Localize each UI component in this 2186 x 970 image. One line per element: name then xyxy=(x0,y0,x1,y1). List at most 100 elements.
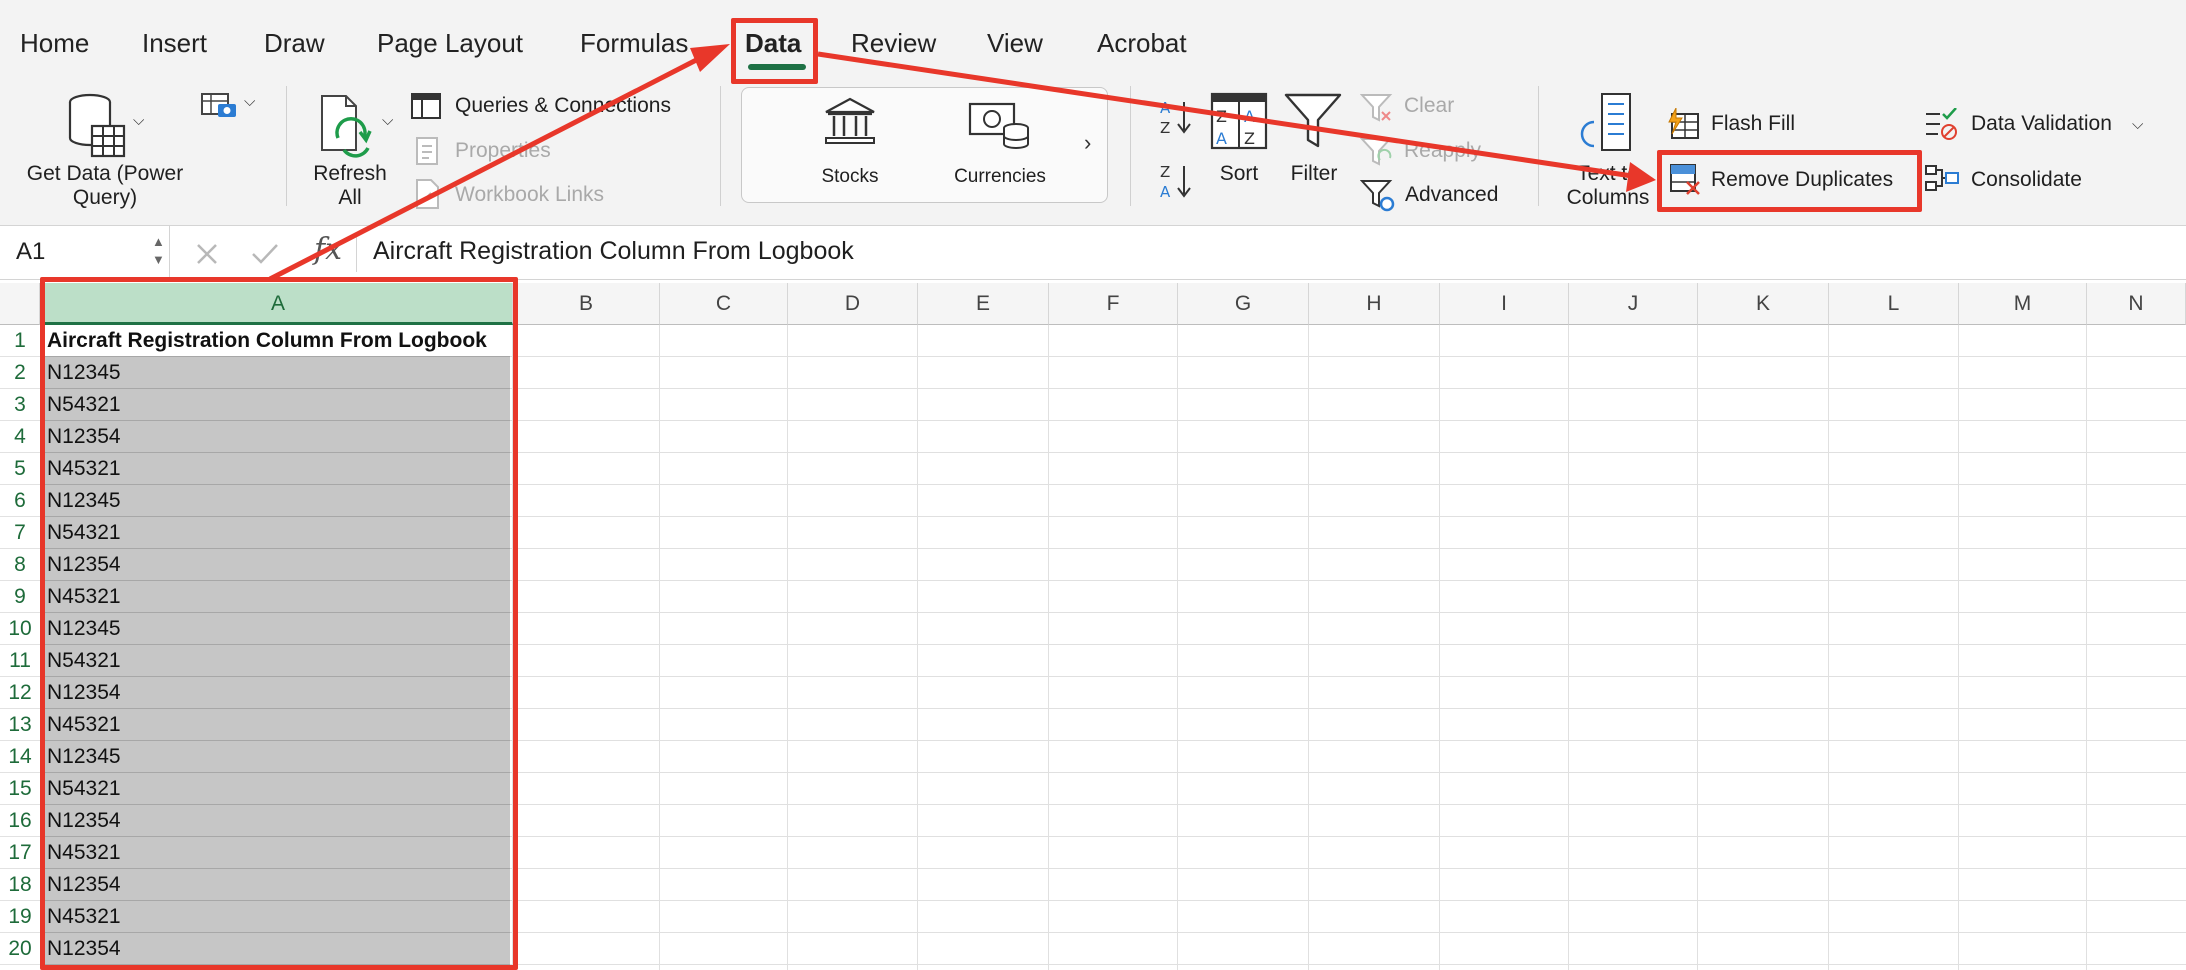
separator xyxy=(1538,86,1539,206)
column-header-a[interactable]: A xyxy=(44,283,513,325)
column-header-n[interactable]: N xyxy=(2087,283,2186,325)
row-header-12[interactable]: 12 xyxy=(0,677,40,709)
grid-column-line xyxy=(917,325,918,970)
row-header-19[interactable]: 19 xyxy=(0,901,40,933)
tab-page-layout[interactable]: Page Layout xyxy=(377,28,523,59)
grid-column-line xyxy=(1439,325,1440,970)
enter-checkmark-icon[interactable] xyxy=(250,241,280,267)
currencies-label: Currencies xyxy=(954,166,1046,187)
column-header-i[interactable]: I xyxy=(1440,283,1569,325)
cell-a3[interactable]: N54321 xyxy=(44,389,510,421)
row-header-1[interactable]: 1 xyxy=(0,325,40,357)
row-header-3[interactable]: 3 xyxy=(0,389,40,421)
consolidate-icon xyxy=(1925,165,1959,191)
row-header-17[interactable]: 17 xyxy=(0,837,40,869)
column-header-m[interactable]: M xyxy=(1959,283,2087,325)
column-header-b[interactable]: B xyxy=(513,283,660,325)
tab-view[interactable]: View xyxy=(987,28,1043,59)
chevron-right-icon[interactable]: › xyxy=(1084,130,1091,156)
cell-a7[interactable]: N54321 xyxy=(44,517,510,549)
refresh-icon xyxy=(321,95,372,158)
queries-connections-label: Queries & Connections xyxy=(455,94,671,117)
data-validation-label: Data Validation xyxy=(1971,112,2112,135)
remove-duplicates-label: Remove Duplicates xyxy=(1711,168,1894,191)
name-box-down-arrow-icon[interactable]: ▼ xyxy=(152,252,165,267)
get-data-label-1: Get Data (Power xyxy=(26,162,184,185)
row-header-9[interactable]: 9 xyxy=(0,581,40,613)
row-header-7[interactable]: 7 xyxy=(0,517,40,549)
tab-home[interactable]: Home xyxy=(20,28,89,59)
advanced-label: Advanced xyxy=(1405,183,1499,206)
database-icon xyxy=(68,93,126,158)
column-header-e[interactable]: E xyxy=(918,283,1049,325)
tab-formulas[interactable]: Formulas xyxy=(580,28,688,59)
column-header-j[interactable]: J xyxy=(1569,283,1698,325)
cell-a18[interactable]: N12354 xyxy=(44,869,510,901)
grid-column-line xyxy=(1177,325,1178,970)
grid-column-line xyxy=(1958,325,1959,970)
cell-a12[interactable]: N12354 xyxy=(44,677,510,709)
row-header-14[interactable]: 14 xyxy=(0,741,40,773)
column-header-h[interactable]: H xyxy=(1309,283,1440,325)
chevron-down-icon: ⌵ xyxy=(382,112,394,129)
column-header-l[interactable]: L xyxy=(1829,283,1959,325)
row-header-18[interactable]: 18 xyxy=(0,869,40,901)
row-header-2[interactable]: 2 xyxy=(0,357,40,389)
tab-insert[interactable]: Insert xyxy=(142,28,207,59)
cell-a5[interactable]: N45321 xyxy=(44,453,510,485)
tab-acrobat[interactable]: Acrobat xyxy=(1097,28,1187,59)
cell-a1[interactable]: Aircraft Registration Column From Logboo… xyxy=(44,325,510,357)
cancel-icon[interactable] xyxy=(194,241,220,267)
bank-icon xyxy=(825,97,875,144)
column-header-g[interactable]: G xyxy=(1178,283,1309,325)
separator xyxy=(286,86,287,206)
column-header-c[interactable]: C xyxy=(660,283,788,325)
grid-column-line xyxy=(787,325,788,970)
reapply-icon xyxy=(1360,138,1393,166)
tab-draw[interactable]: Draw xyxy=(264,28,325,59)
tab-data[interactable]: Data xyxy=(745,28,801,59)
row-header-11[interactable]: 11 xyxy=(0,645,40,677)
formula-bar-input[interactable]: Aircraft Registration Column From Logboo… xyxy=(373,237,854,266)
insert-function-icon[interactable]: fx xyxy=(314,232,342,267)
row-header-8[interactable]: 8 xyxy=(0,549,40,581)
cell-a8[interactable]: N12354 xyxy=(44,549,510,581)
remove-duplicates-icon xyxy=(1670,164,1700,195)
currencies-icon xyxy=(968,102,1029,149)
cell-a9[interactable]: N45321 xyxy=(44,581,510,613)
cell-a20[interactable]: N12354 xyxy=(44,933,510,965)
cell-a16[interactable]: N12354 xyxy=(44,805,510,837)
tab-review[interactable]: Review xyxy=(851,28,936,59)
cell-a17[interactable]: N45321 xyxy=(44,837,510,869)
separator xyxy=(1130,86,1131,206)
cell-a19[interactable]: N45321 xyxy=(44,901,510,933)
cell-a14[interactable]: N12345 xyxy=(44,741,510,773)
sort-ascending-icon: A Z xyxy=(1160,99,1191,137)
queries-connections-icon xyxy=(411,93,441,119)
cell-a10[interactable]: N12345 xyxy=(44,613,510,645)
grid-column-line xyxy=(1828,325,1829,970)
row-header-10[interactable]: 10 xyxy=(0,613,40,645)
select-all-corner[interactable] xyxy=(0,283,40,325)
cell-a6[interactable]: N12345 xyxy=(44,485,510,517)
name-box[interactable]: A1 xyxy=(0,226,170,279)
cell-a4[interactable]: N12354 xyxy=(44,421,510,453)
column-header-f[interactable]: F xyxy=(1049,283,1178,325)
cell-a2[interactable]: N12345 xyxy=(44,357,510,389)
worksheet-grid: ABCDEFGHIJKLMN 1 2 3 4 5 6 7 8 9 10 11 12 13 14 15 16 17… xyxy=(0,283,2186,970)
row-header-20[interactable]: 20 xyxy=(0,933,40,965)
cell-a15[interactable]: N54321 xyxy=(44,773,510,805)
row-header-4[interactable]: 4 xyxy=(0,421,40,453)
cell-a13[interactable]: N45321 xyxy=(44,709,510,741)
row-header-5[interactable]: 5 xyxy=(0,453,40,485)
row-header-6[interactable]: 6 xyxy=(0,485,40,517)
row-header-16[interactable]: 16 xyxy=(0,805,40,837)
name-box-up-arrow-icon[interactable]: ▲ xyxy=(152,234,165,249)
svg-text:Z: Z xyxy=(1160,163,1170,181)
row-header-13[interactable]: 13 xyxy=(0,709,40,741)
column-header-d[interactable]: D xyxy=(788,283,918,325)
column-header-k[interactable]: K xyxy=(1698,283,1829,325)
cell-a11[interactable]: N54321 xyxy=(44,645,510,677)
row-header-15[interactable]: 15 xyxy=(0,773,40,805)
advanced-filter-icon xyxy=(1360,180,1395,212)
